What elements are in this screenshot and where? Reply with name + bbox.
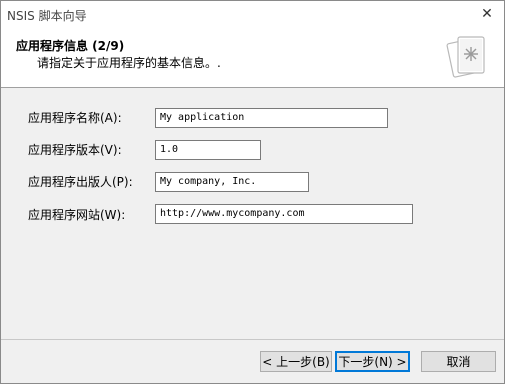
document-stack-icon bbox=[446, 36, 485, 78]
close-button[interactable]: ✕ bbox=[470, 1, 504, 27]
window-title: NSIS 脚本向导 bbox=[7, 9, 87, 23]
back-button[interactable]: < 上一步(B) bbox=[260, 351, 332, 372]
next-button[interactable]: 下一步(N) > bbox=[335, 351, 410, 372]
close-icon: ✕ bbox=[481, 6, 493, 22]
page-subtitle: 请指定关于应用程序的基本信息。. bbox=[37, 56, 221, 70]
app-publisher-label: 应用程序出版人(P): bbox=[28, 175, 133, 189]
wizard-header: 应用程序信息 (2/9) 请指定关于应用程序的基本信息。. bbox=[1, 27, 504, 88]
cancel-button[interactable]: 取消 bbox=[421, 351, 496, 372]
app-website-label: 应用程序网站(W): bbox=[28, 208, 126, 222]
footer-divider bbox=[1, 339, 504, 340]
app-version-label: 应用程序版本(V): bbox=[28, 143, 122, 157]
app-website-input[interactable]: http://www.mycompany.com bbox=[155, 204, 413, 224]
app-version-input[interactable]: 1.0 bbox=[155, 140, 261, 160]
wizard-window: NSIS 脚本向导 ✕ 应用程序信息 (2/9) 请指定关于应用程序的基本信息。… bbox=[0, 0, 505, 384]
page-title: 应用程序信息 (2/9) bbox=[16, 39, 125, 53]
title-bar: NSIS 脚本向导 ✕ bbox=[1, 1, 504, 27]
app-name-input[interactable]: My application bbox=[155, 108, 388, 128]
app-publisher-input[interactable]: My company, Inc. bbox=[155, 172, 309, 192]
app-name-label: 应用程序名称(A): bbox=[28, 111, 122, 125]
